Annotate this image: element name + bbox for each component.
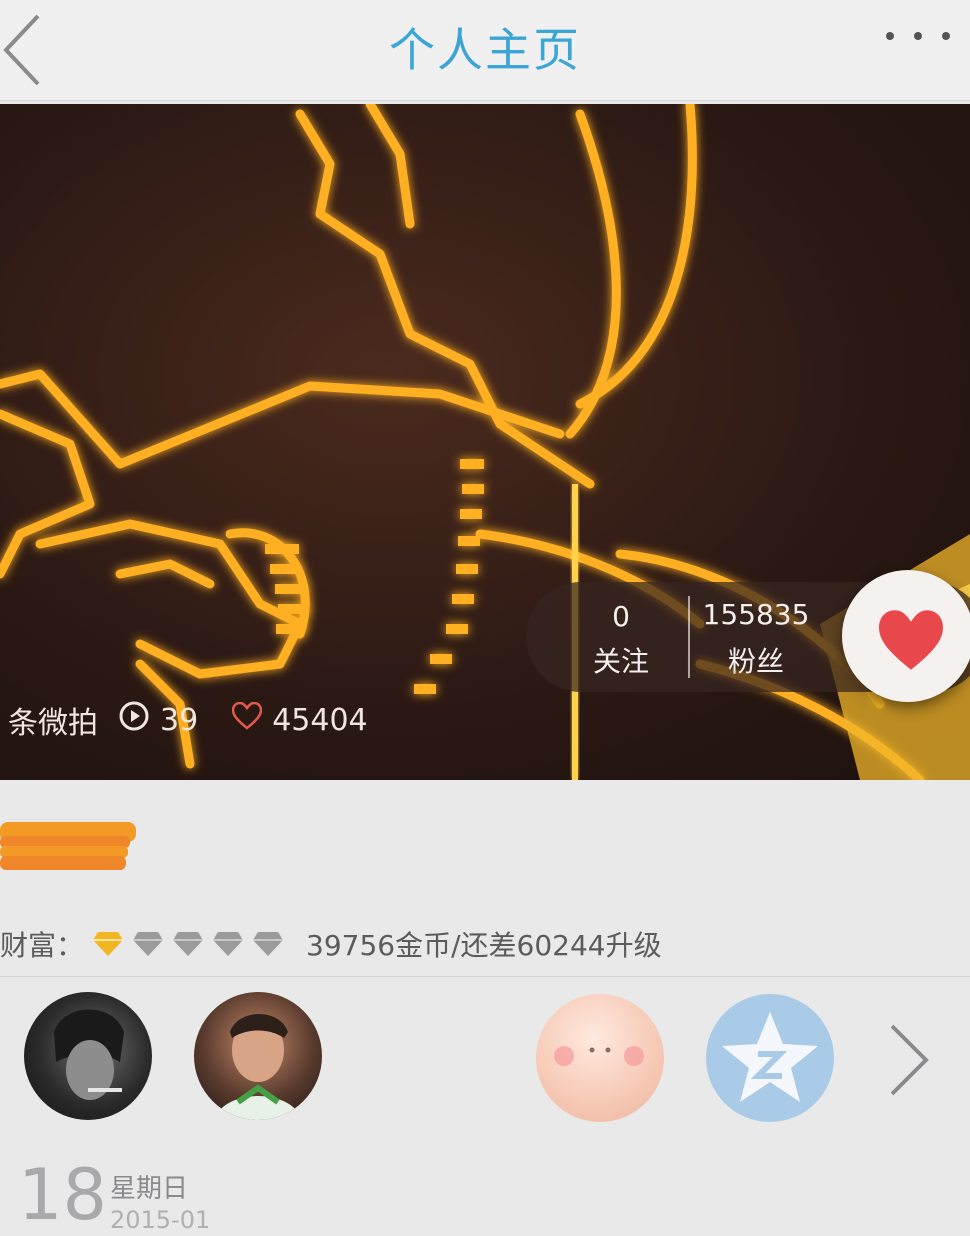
following-count[interactable]: 0 bbox=[586, 600, 656, 633]
play-icon bbox=[118, 700, 150, 740]
more-button[interactable] bbox=[880, 22, 970, 52]
wealth-row: 财富： 39756金币/还差60244升级 bbox=[0, 922, 662, 966]
diamond-icon bbox=[212, 931, 244, 957]
posts-label: 条微拍 bbox=[8, 706, 98, 741]
diamond-icon bbox=[92, 931, 124, 957]
diamond-icon bbox=[132, 931, 164, 957]
wealth-text: 39756金币/还差60244升级 bbox=[306, 929, 662, 962]
heart-outline-icon bbox=[231, 701, 263, 738]
page-title: 个人主页 bbox=[389, 23, 581, 77]
fan-avatar[interactable] bbox=[24, 992, 152, 1120]
qzone-star-icon bbox=[722, 1012, 818, 1102]
wealth-gems bbox=[92, 931, 292, 957]
heart-icon bbox=[879, 610, 943, 670]
badge-avatar[interactable] bbox=[536, 994, 664, 1122]
fan-avatar[interactable] bbox=[194, 992, 322, 1120]
following-label[interactable]: 关注 bbox=[576, 640, 666, 680]
date-day: 18 bbox=[18, 1154, 108, 1236]
username-redacted bbox=[0, 822, 136, 870]
date-year-month: 2015-01 bbox=[110, 1206, 211, 1234]
like-count: 45404 bbox=[272, 702, 368, 738]
fans-label[interactable]: 粉丝 bbox=[706, 640, 806, 680]
pill-divider bbox=[688, 596, 690, 678]
play-count: 39 bbox=[160, 702, 199, 738]
like-button[interactable] bbox=[842, 570, 970, 702]
wealth-label: 财富： bbox=[0, 929, 85, 962]
chevron-right-icon bbox=[890, 1024, 929, 1096]
cover-stats: 条微拍 39 45404 bbox=[8, 700, 368, 741]
avatar-row bbox=[0, 990, 970, 1122]
diamond-icon bbox=[172, 931, 204, 957]
more-avatars-button[interactable] bbox=[884, 1020, 934, 1100]
more-icon bbox=[886, 32, 894, 40]
divider bbox=[0, 976, 970, 977]
fans-count[interactable]: 155835 bbox=[696, 598, 816, 631]
qzone-badge[interactable] bbox=[706, 994, 834, 1122]
top-bar: 个人主页 bbox=[0, 0, 970, 101]
date-weekday: 星期日 bbox=[110, 1174, 189, 1204]
diamond-icon bbox=[252, 931, 284, 957]
cover-image: 条微拍 39 45404 0 关注 155835 粉丝 bbox=[0, 104, 970, 780]
